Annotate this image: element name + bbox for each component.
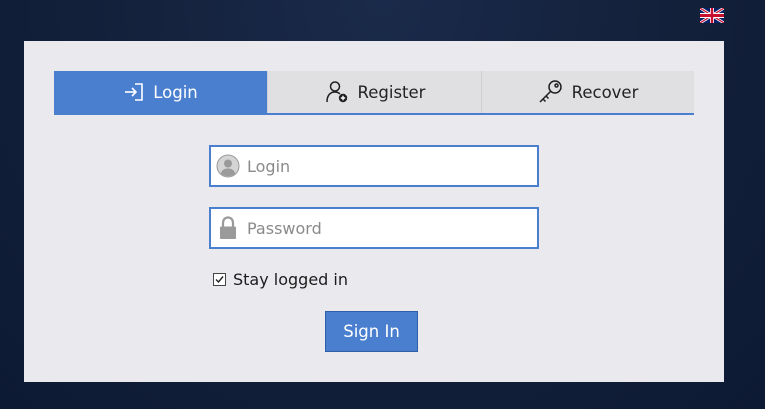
sign-in-button[interactable]: Sign In (325, 311, 418, 352)
key-icon (538, 80, 564, 104)
lock-icon (211, 209, 245, 247)
stay-logged-in[interactable]: Stay logged in (213, 270, 348, 289)
login-input[interactable] (245, 148, 527, 184)
login-field (209, 145, 539, 187)
tab-login-label: Login (153, 82, 198, 102)
tab-register-label: Register (357, 82, 426, 102)
tab-login[interactable]: Login (54, 71, 267, 113)
auth-tabs: Login Register Recover (54, 71, 694, 115)
tab-register[interactable]: Register (267, 71, 481, 113)
login-panel: Login Register Recover Login Stay logged… (24, 41, 724, 382)
password-input[interactable] (245, 210, 527, 246)
sign-in-icon (123, 82, 145, 102)
user-add-icon (324, 80, 350, 104)
uk-flag-icon[interactable] (700, 8, 724, 23)
stay-logged-in-checkbox[interactable] (213, 273, 226, 286)
user-icon (211, 147, 245, 185)
password-field (209, 207, 539, 249)
tab-recover[interactable]: Recover (481, 71, 694, 113)
stay-logged-in-label: Stay logged in (233, 270, 349, 289)
tab-recover-label: Recover (571, 82, 639, 102)
